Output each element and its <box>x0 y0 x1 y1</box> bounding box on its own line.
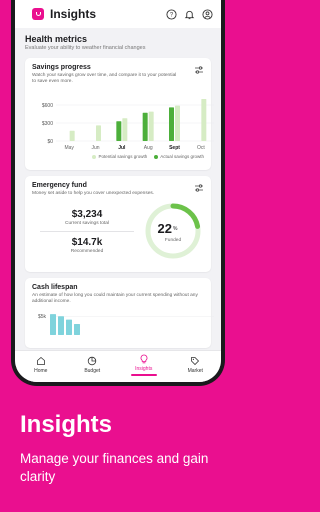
bar-potential <box>69 131 75 142</box>
nav-market[interactable]: Market <box>177 356 213 374</box>
help-icon[interactable]: ? <box>166 8 177 20</box>
settings-sliders-icon[interactable] <box>194 65 204 75</box>
nav-market-label: Market <box>187 368 203 374</box>
emergency-fund-card[interactable]: Emergency fund Money set aside to help y… <box>25 176 211 272</box>
bar-actual <box>169 107 174 142</box>
lifespan-bar <box>50 314 56 336</box>
svg-text:?: ? <box>170 12 174 18</box>
nav-budget-label: Budget <box>84 368 101 374</box>
bar-potential <box>201 99 207 142</box>
legend-swatch-actual <box>154 155 159 160</box>
nav-insights-label: Insights <box>135 366 153 373</box>
bar-potential <box>122 118 128 142</box>
tag-icon <box>191 357 200 366</box>
recommended-label: Recommended <box>70 248 104 254</box>
app-header: Insights ? <box>15 0 221 28</box>
y-tick-label: $300 <box>42 121 53 127</box>
lightbulb-icon <box>140 354 148 364</box>
section-subtitle: Evaluate your ability to weather financi… <box>25 45 146 51</box>
legend-swatch-potential <box>92 155 97 160</box>
section-title: Health metrics <box>25 34 88 44</box>
x-tick-label: Sept <box>169 145 180 151</box>
lifespan-bar <box>66 320 72 336</box>
active-tab-indicator <box>130 374 157 376</box>
x-tick-label: Jun <box>91 145 99 151</box>
percent-sign: % <box>173 226 178 232</box>
nav-home-label: Home <box>34 368 48 374</box>
promo-subtitle: Manage your finances and gain clarity <box>20 451 209 485</box>
promo-title: Insights <box>20 411 113 438</box>
legend-actual: Actual savings growth <box>154 154 204 159</box>
cash-lifespan-chart: $5k <box>32 309 214 336</box>
nav-budget[interactable]: Budget <box>74 356 110 374</box>
current-savings-label: Current savings total <box>65 220 109 226</box>
x-tick-label: Jul <box>118 145 126 151</box>
card-title: Cash lifespan <box>32 284 78 291</box>
notification-bell-icon[interactable] <box>184 9 195 20</box>
x-tick-label: Oct <box>197 145 205 151</box>
card-description: Watch your savings grow over time, and c… <box>32 73 177 85</box>
legend-potential: Potential savings growth <box>92 154 147 159</box>
lifespan-bar <box>74 324 80 336</box>
current-savings-value: $3,234 <box>71 208 103 220</box>
bottom-navigation: Home Budget Insights Market <box>15 350 221 382</box>
card-description: Money set aside to help you cover unexpe… <box>32 191 155 196</box>
phone-frame: Insights ? Health metrics Evaluate your … <box>11 0 225 386</box>
chart-legend: Potential savings growth Actual savings … <box>32 154 204 159</box>
bar-actual <box>116 121 122 142</box>
card-title: Emergency fund <box>32 182 87 189</box>
y-tick-label: $600 <box>42 103 53 109</box>
nav-home[interactable]: Home <box>23 356 59 374</box>
cash-lifespan-card[interactable]: Cash lifespan An estimate of how long yo… <box>25 278 214 348</box>
savings-chart: $600 $300 $0 May Jun Jul Aug Sept Oct <box>32 89 214 153</box>
savings-progress-card[interactable]: Savings progress Watch your savings grow… <box>25 58 214 170</box>
y-tick-label: $5k <box>38 314 47 320</box>
bar-potential <box>96 125 101 142</box>
funded-label: Funded <box>165 237 182 243</box>
profile-icon[interactable] <box>202 8 213 20</box>
nav-insights[interactable]: Insights <box>126 354 162 376</box>
legend-actual-label: Actual savings growth <box>160 154 204 160</box>
x-tick-label: Aug <box>144 145 153 151</box>
recommended-value: $14.7k <box>71 236 103 248</box>
divider <box>40 230 134 232</box>
x-tick-label: May <box>64 145 74 151</box>
settings-sliders-icon[interactable] <box>194 183 204 193</box>
card-description: An estimate of how long you could mainta… <box>32 293 198 305</box>
card-title: Savings progress <box>32 64 91 71</box>
funded-percent: 22 <box>158 221 172 236</box>
lifespan-bar <box>58 316 64 336</box>
funded-progress-ring: 22 % Funded <box>145 203 201 259</box>
bar-actual <box>142 113 148 142</box>
app-logo-icon <box>32 8 44 20</box>
home-icon <box>36 356 45 365</box>
pie-chart-icon <box>88 356 97 366</box>
page-title: Insights <box>50 7 97 21</box>
bar-potential <box>175 106 180 142</box>
legend-potential-label: Potential savings growth <box>98 154 148 160</box>
bar-potential <box>148 112 154 142</box>
y-tick-label: $0 <box>47 139 53 145</box>
